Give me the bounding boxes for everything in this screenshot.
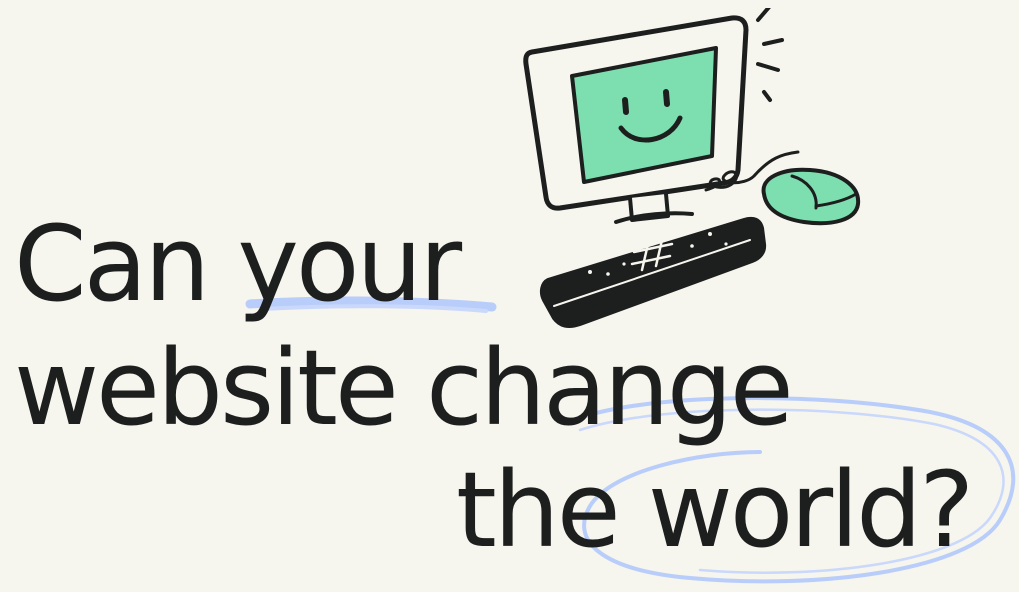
headline-line-1: Can your	[14, 203, 462, 325]
headline-line-3: the world?	[456, 449, 974, 571]
smiling-computer-icon	[523, 8, 861, 328]
hero: Can your website change the world?	[0, 0, 1019, 592]
headline-line-2: website change	[14, 327, 794, 449]
